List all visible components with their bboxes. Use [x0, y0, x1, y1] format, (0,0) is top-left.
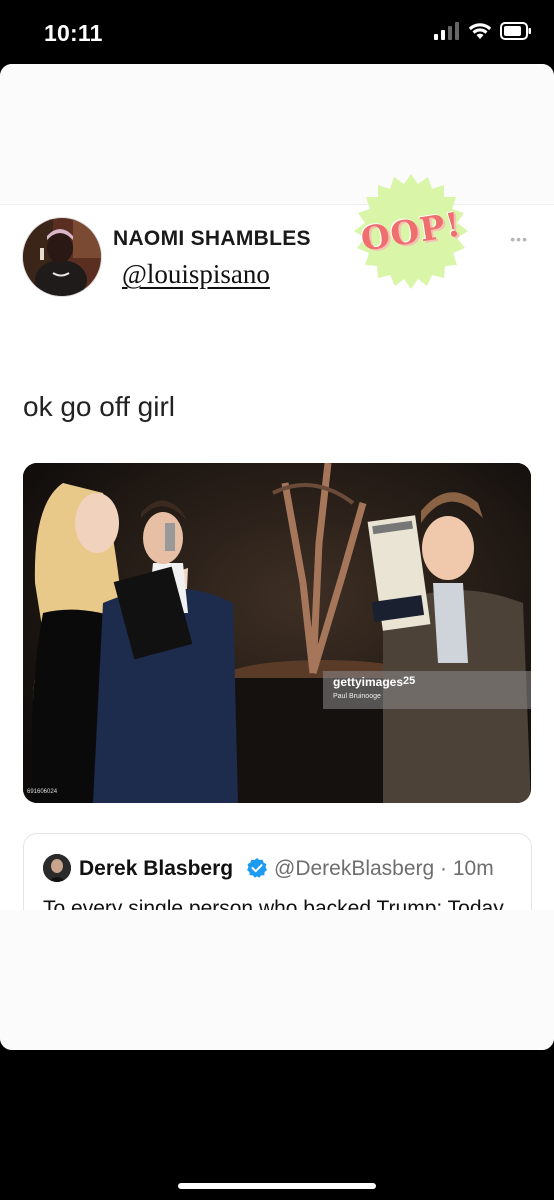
- tweet-card: NAOMI SHAMBLES @louispisano ••• ok go of…: [0, 204, 554, 965]
- photo-credit: Paul Bruinooge: [333, 693, 381, 700]
- getty-anniversary-badge: 25: [403, 675, 416, 687]
- wifi-icon: [468, 23, 492, 39]
- photo-id: 691606024: [27, 789, 58, 795]
- quoted-author-handle: @DerekBlasberg · 10m: [274, 857, 494, 880]
- author-name: NAOMI SHAMBLES: [113, 227, 311, 250]
- quoted-author-avatar: [43, 854, 71, 882]
- tweet-text: ok go off girl: [23, 391, 176, 422]
- author-avatar[interactable]: [22, 217, 102, 297]
- getty-logo: gettyimages: [333, 675, 404, 689]
- status-bar: 10:11: [0, 0, 554, 64]
- home-indicator[interactable]: [178, 1183, 376, 1189]
- author-handle[interactable]: @louispisano: [122, 259, 270, 290]
- status-icons: [434, 22, 532, 40]
- status-time: 10:11: [44, 20, 103, 46]
- photo-scene: [23, 463, 531, 803]
- more-options-icon[interactable]: •••: [510, 231, 528, 247]
- verified-badge-icon: [247, 858, 267, 878]
- battery-icon: [500, 22, 531, 40]
- oop-sticker[interactable]: OOP!: [348, 172, 474, 296]
- cellular-signal-icon: [434, 22, 459, 40]
- quoted-author-name: Derek Blasberg: [79, 857, 234, 880]
- tweet-photo[interactable]: gettyimages 25 Paul Bruinooge 691606024: [23, 463, 531, 803]
- getty-watermark: gettyimages 25 Paul Bruinooge: [323, 671, 531, 709]
- sheet-bottom-area: [0, 910, 554, 1050]
